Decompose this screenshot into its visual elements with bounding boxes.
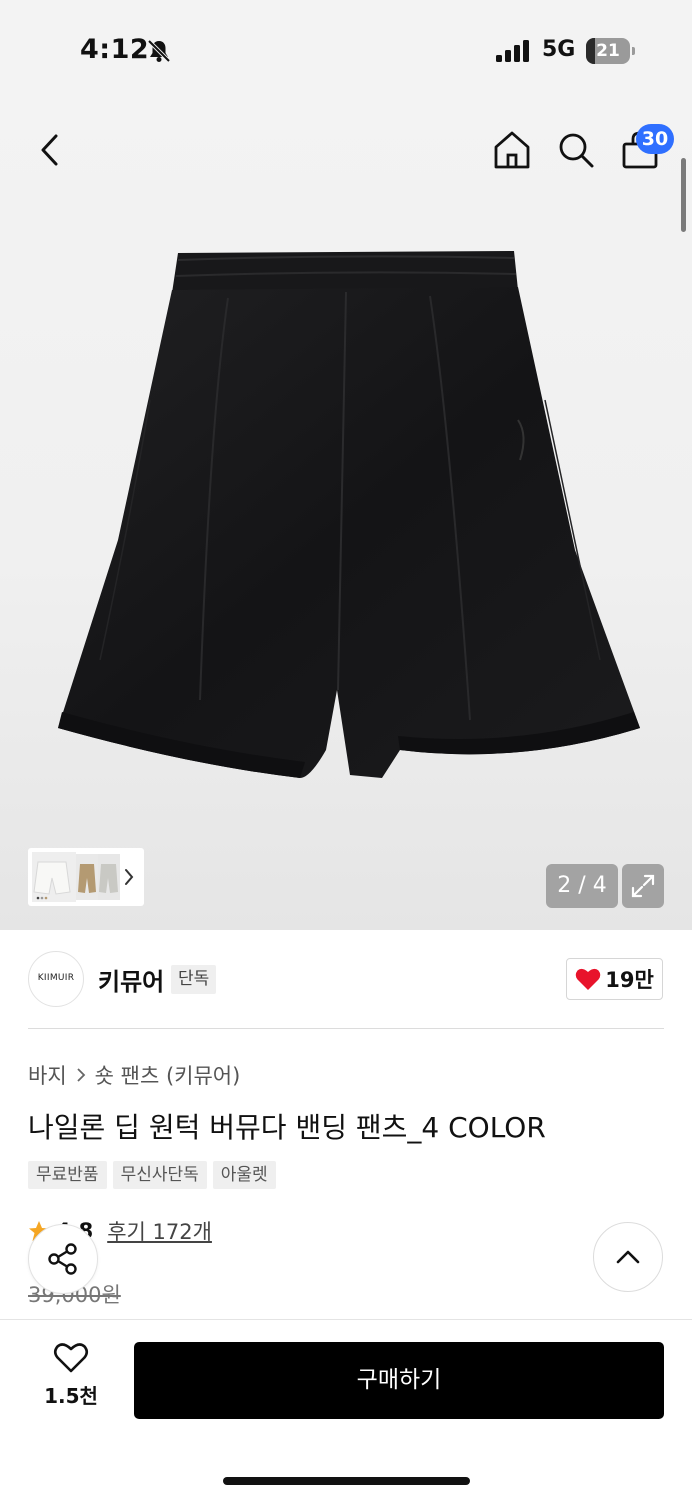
search-button[interactable]	[552, 126, 600, 174]
expand-icon	[631, 874, 655, 898]
share-button[interactable]	[28, 1224, 98, 1294]
divider	[28, 1028, 664, 1029]
color-thumbnails-image	[32, 852, 134, 902]
product-tag: 무료반품	[28, 1161, 107, 1189]
status-time: 4:12	[80, 34, 150, 65]
buy-button[interactable]: 구매하기	[134, 1342, 664, 1419]
heart-outline-icon	[53, 1343, 89, 1373]
chevron-right-icon	[125, 869, 134, 885]
battery-level: 21	[596, 41, 620, 61]
brand-name[interactable]: 키뮤어	[98, 962, 164, 997]
home-indicator	[223, 1477, 470, 1485]
scroll-top-button[interactable]	[593, 1222, 663, 1292]
image-counter: 2 / 4	[546, 864, 618, 908]
product-tag: 아울렛	[212, 1161, 276, 1189]
share-icon	[48, 1243, 77, 1275]
battery-cap	[632, 47, 635, 55]
cart-count-badge: 30	[636, 124, 674, 154]
chevron-up-icon	[616, 1250, 640, 1264]
search-icon	[559, 133, 594, 168]
wish-button[interactable]: 1.5천	[40, 1342, 102, 1416]
chevron-right-icon	[77, 1068, 85, 1082]
back-button[interactable]	[26, 126, 74, 174]
breadcrumb-category[interactable]: 바지	[28, 1060, 67, 1090]
breadcrumb-subcategory[interactable]: 숏 팬츠 (키뮤어)	[95, 1060, 241, 1090]
home-icon	[494, 131, 530, 169]
battery-indicator: 21	[586, 38, 630, 64]
product-image	[58, 251, 640, 778]
bell-off-icon	[147, 39, 171, 63]
home-button[interactable]	[488, 124, 536, 176]
scroll-indicator	[681, 158, 686, 232]
network-label: 5G	[542, 37, 576, 62]
status-bar: 4:12 5G 21	[0, 0, 692, 100]
brand-like-count: 19만	[605, 968, 654, 992]
signal-icon	[496, 40, 529, 62]
review-link[interactable]: 후기 172개	[107, 1216, 212, 1246]
brand-like-button[interactable]: 19만	[566, 958, 663, 1000]
product-image-gallery[interactable]	[0, 100, 692, 930]
expand-button[interactable]	[622, 864, 664, 908]
wish-count: 1.5천	[44, 1384, 98, 1408]
product-title: 나일론 딥 원턱 버뮤다 밴딩 팬츠_4 COLOR	[28, 1111, 546, 1144]
product-tags: 무료반품 무신사단독 아울렛	[28, 1161, 276, 1189]
back-icon	[41, 134, 58, 166]
breadcrumb: 바지 숏 팬츠 (키뮤어)	[28, 1060, 240, 1090]
brand-exclusive-tag: 단독	[171, 965, 217, 994]
color-thumbnail-strip[interactable]	[28, 848, 144, 906]
product-tag: 무신사단독	[112, 1161, 207, 1189]
heart-icon	[575, 968, 601, 990]
brand-logo[interactable]: KIIMUIR	[28, 951, 84, 1007]
